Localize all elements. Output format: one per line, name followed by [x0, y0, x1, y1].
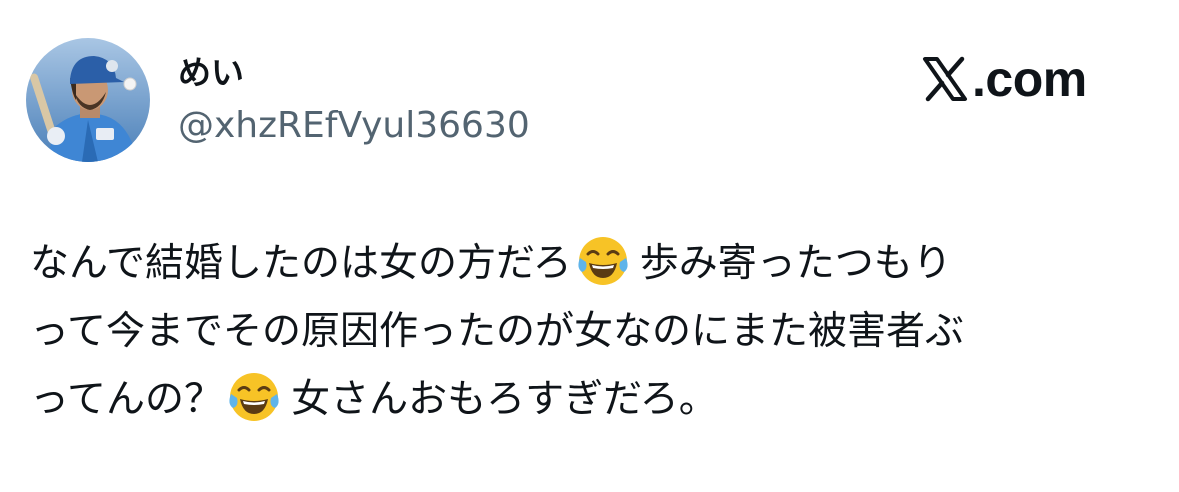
- author-display-name[interactable]: めい: [178, 52, 244, 94]
- tweet-text: なんで結婚したのは女の方だろ 歩み寄ったつもり って今までその原因作ったのが女なの…: [30, 230, 1140, 434]
- baseball-player-avatar-icon: [26, 38, 150, 162]
- tweet-line-3: ってんの？ 女さんおもろすぎだろ。: [30, 366, 1140, 434]
- x-logo-icon: [923, 56, 967, 102]
- x-com-brand: .com: [922, 52, 1087, 106]
- tweet-text-segment: ってんの？: [30, 377, 224, 422]
- face-with-tears-of-joy-icon: [227, 370, 281, 424]
- tweet-text-segment: なんで結婚したのは女の方だろ: [30, 241, 572, 286]
- tweet-text-segment: って今までその原因作ったのが女なのにまた被害者ぶ: [30, 309, 965, 354]
- avatar[interactable]: [26, 38, 150, 162]
- author-handle[interactable]: @xhzREfVyul36630: [178, 104, 530, 148]
- brand-text: .com: [972, 51, 1087, 107]
- tweet-text-segment: 歩み寄ったつもり: [639, 241, 952, 286]
- tweet-text-segment: 女さんおもろすぎだろ。: [291, 377, 718, 422]
- tweet-line-1: なんで結婚したのは女の方だろ 歩み寄ったつもり: [30, 230, 1140, 298]
- face-with-tears-of-joy-icon: [576, 234, 630, 288]
- tweet-line-2: って今までその原因作ったのが女なのにまた被害者ぶ: [30, 298, 1140, 366]
